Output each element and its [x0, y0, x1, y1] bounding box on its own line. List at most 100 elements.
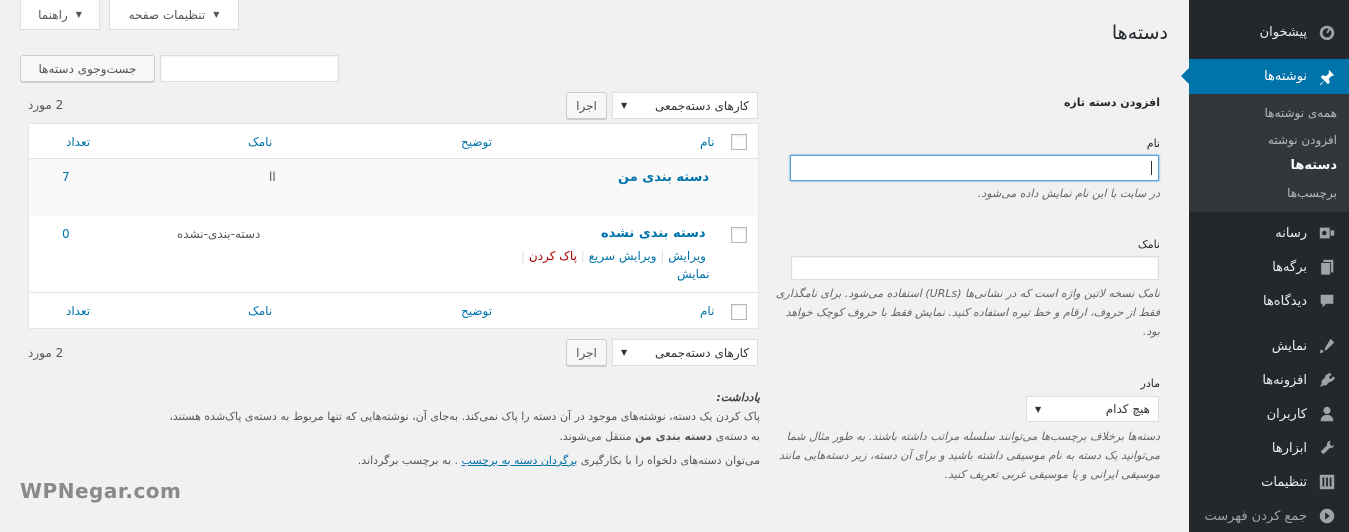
collapse-icon [1317, 506, 1337, 526]
note-line-1: پاک کردن یک دسته، نوشته‌های موجود در آن … [169, 410, 760, 423]
category-count-link[interactable]: 7 [62, 170, 70, 184]
search-input[interactable] [160, 55, 339, 82]
screen-options-button[interactable]: تنظیمات صفحه ▼ [109, 0, 239, 30]
sidebar-item-media[interactable]: رسانه [1189, 216, 1349, 250]
admin-sidebar: پیشخوان نوشته‌ها همه‌ی نوشته‌ها افزودن ن… [1181, 0, 1349, 532]
chevron-down-icon: ▼ [213, 10, 220, 19]
bulk-actions-select[interactable]: کارهای دسته‌جمعی ▼ [612, 92, 758, 119]
bulk-actions-value: کارهای دسته‌جمعی [655, 345, 749, 360]
screen-options-label: تنظیمات صفحه [128, 7, 206, 22]
sidebar-item-label: جمع کردن فهرست [1204, 508, 1307, 524]
table-footer: نام توضیح نامک تعداد [29, 293, 758, 329]
help-label: راهنما [38, 7, 68, 22]
sidebar-item-label: افزونه‌ها [1262, 372, 1307, 388]
separator: | [576, 249, 585, 263]
note-line-3-post: . به برچسب برگرداند. [357, 454, 459, 467]
category-count-link[interactable]: 0 [62, 227, 70, 241]
table-row: دسته بندی نشده دسته-بندی-نشده 0 ویرایش |… [29, 216, 758, 293]
row-actions: ویرایش | ویرایش سریع | پاک کردن | [521, 249, 706, 263]
search-categories-button[interactable]: جست‌وجوی دسته‌ها [20, 55, 155, 82]
column-count-footer[interactable]: تعداد [66, 304, 90, 318]
sidebar-item-appearance[interactable]: نمایش [1189, 329, 1349, 363]
chevron-down-icon: ▼ [75, 10, 82, 19]
plugins-icon [1317, 370, 1337, 390]
category-converter-link[interactable]: برگردان دسته به برچسب [462, 454, 578, 467]
slug-field[interactable] [791, 256, 1159, 280]
select-all-checkbox[interactable] [731, 134, 747, 150]
category-slug: دسته-بندی-نشده [177, 227, 261, 241]
column-description[interactable]: توضیح [461, 135, 492, 149]
note-line-2-pre: به دسته‌ی [715, 430, 760, 443]
table-row: دسته بندی من ll 7 [29, 159, 758, 216]
watermark: WPNegar.com [20, 479, 182, 503]
submenu-all-posts[interactable]: همه‌ی نوشته‌ها [1264, 106, 1337, 120]
sidebar-item-posts[interactable]: نوشته‌ها [1181, 59, 1349, 94]
apply-button-bottom[interactable]: اجرا [566, 339, 607, 366]
submenu-tags[interactable]: برچسب‌ها [1287, 186, 1337, 200]
categories-table: نام توضیح نامک تعداد دسته بندی من ll 7 د… [28, 123, 759, 329]
sidebar-item-users[interactable]: کاربران [1189, 397, 1349, 431]
main-content: راهنما ▼ تنظیمات صفحه ▼ دسته‌ها جست‌وجوی… [0, 0, 1189, 532]
submenu-add-post[interactable]: افزودن نوشته [1268, 133, 1337, 147]
sidebar-item-label: دیدگاه‌ها [1262, 293, 1307, 309]
column-name-footer[interactable]: نام [700, 304, 714, 318]
sidebar-item-plugins[interactable]: افزونه‌ها [1189, 363, 1349, 397]
sidebar-collapse[interactable]: جمع کردن فهرست [1189, 499, 1349, 532]
note-line-3: می‌توان دسته‌های دلخواه را با بکارگیری ب… [20, 451, 760, 470]
category-name-link[interactable]: دسته بندی من [618, 170, 709, 185]
sidebar-item-label: کاربران [1266, 406, 1307, 422]
separator: | [656, 249, 665, 263]
column-description-footer[interactable]: توضیح [461, 304, 492, 318]
note-line-3-pre: می‌توان دسته‌های دلخواه را با بکارگیری [580, 454, 760, 467]
sidebar-item-label: رسانه [1275, 225, 1307, 241]
sidebar-item-tools[interactable]: ابزارها [1189, 431, 1349, 465]
submenu-categories[interactable]: دسته‌ها [1290, 158, 1337, 173]
sidebar-item-label: ابزارها [1271, 440, 1307, 456]
row-checkbox[interactable] [731, 227, 747, 243]
parent-select[interactable]: هیچ کدام ▼ [1026, 396, 1159, 422]
category-name-link[interactable]: دسته بندی نشده [601, 226, 706, 241]
edit-link[interactable]: ویرایش [668, 249, 706, 263]
media-icon [1317, 223, 1337, 243]
users-icon [1317, 404, 1337, 424]
pages-icon [1317, 257, 1337, 277]
pin-icon [1317, 67, 1337, 87]
items-count: 2 مورد [28, 98, 64, 112]
select-all-checkbox-footer[interactable] [731, 304, 747, 320]
sidebar-item-pages[interactable]: برگه‌ها [1189, 250, 1349, 284]
add-category-heading: افزودن دسته تازه [1063, 96, 1160, 109]
help-button[interactable]: راهنما ▼ [20, 0, 100, 30]
category-slug: ll [269, 170, 276, 184]
column-slug[interactable]: نامک [248, 135, 272, 149]
parent-select-value: هیچ کدام [1105, 402, 1150, 416]
appearance-icon [1317, 336, 1337, 356]
dashboard-icon [1317, 22, 1337, 42]
name-field[interactable] [790, 155, 1159, 181]
slug-description: نامک نسخه لاتین واژه است که در نشانی‌ها … [775, 287, 1160, 338]
sidebar-item-dashboard[interactable]: پیشخوان [1189, 15, 1349, 49]
separator: | [521, 249, 526, 263]
column-name[interactable]: نام [700, 135, 714, 149]
note-line-2: به دسته‌ی دسته بندی من منتقل می‌شوند. [20, 427, 760, 446]
name-description: در سایت با این نام نمایش داده می‌شود. [977, 187, 1160, 200]
sidebar-item-settings[interactable]: تنظیمات [1189, 465, 1349, 499]
column-slug-footer[interactable]: نامک [248, 304, 272, 318]
view-link[interactable]: نمایش [677, 267, 710, 281]
quick-edit-link[interactable]: ویرایش سریع [589, 249, 657, 263]
table-header: نام توضیح نامک تعداد [29, 124, 758, 159]
sidebar-item-label: تنظیمات [1261, 474, 1307, 490]
sidebar-item-comments[interactable]: دیدگاه‌ها [1189, 284, 1349, 318]
slug-label: نامک [1137, 238, 1160, 251]
chevron-down-icon: ▼ [621, 101, 628, 110]
name-label: نام [1146, 137, 1160, 150]
apply-button[interactable]: اجرا [566, 92, 607, 119]
items-count-bottom: 2 مورد [28, 346, 64, 360]
parent-label: مادر [1140, 377, 1160, 390]
delete-link[interactable]: پاک کردن [529, 249, 577, 263]
column-count[interactable]: تعداد [66, 135, 90, 149]
posts-submenu: همه‌ی نوشته‌ها افزودن نوشته دسته‌ها برچس… [1189, 94, 1349, 212]
page-title: دسته‌ها [1111, 22, 1168, 44]
chevron-down-icon: ▼ [1035, 404, 1042, 414]
note-title: یادداشت: [716, 391, 760, 404]
bulk-actions-select-bottom[interactable]: کارهای دسته‌جمعی ▼ [612, 339, 758, 366]
